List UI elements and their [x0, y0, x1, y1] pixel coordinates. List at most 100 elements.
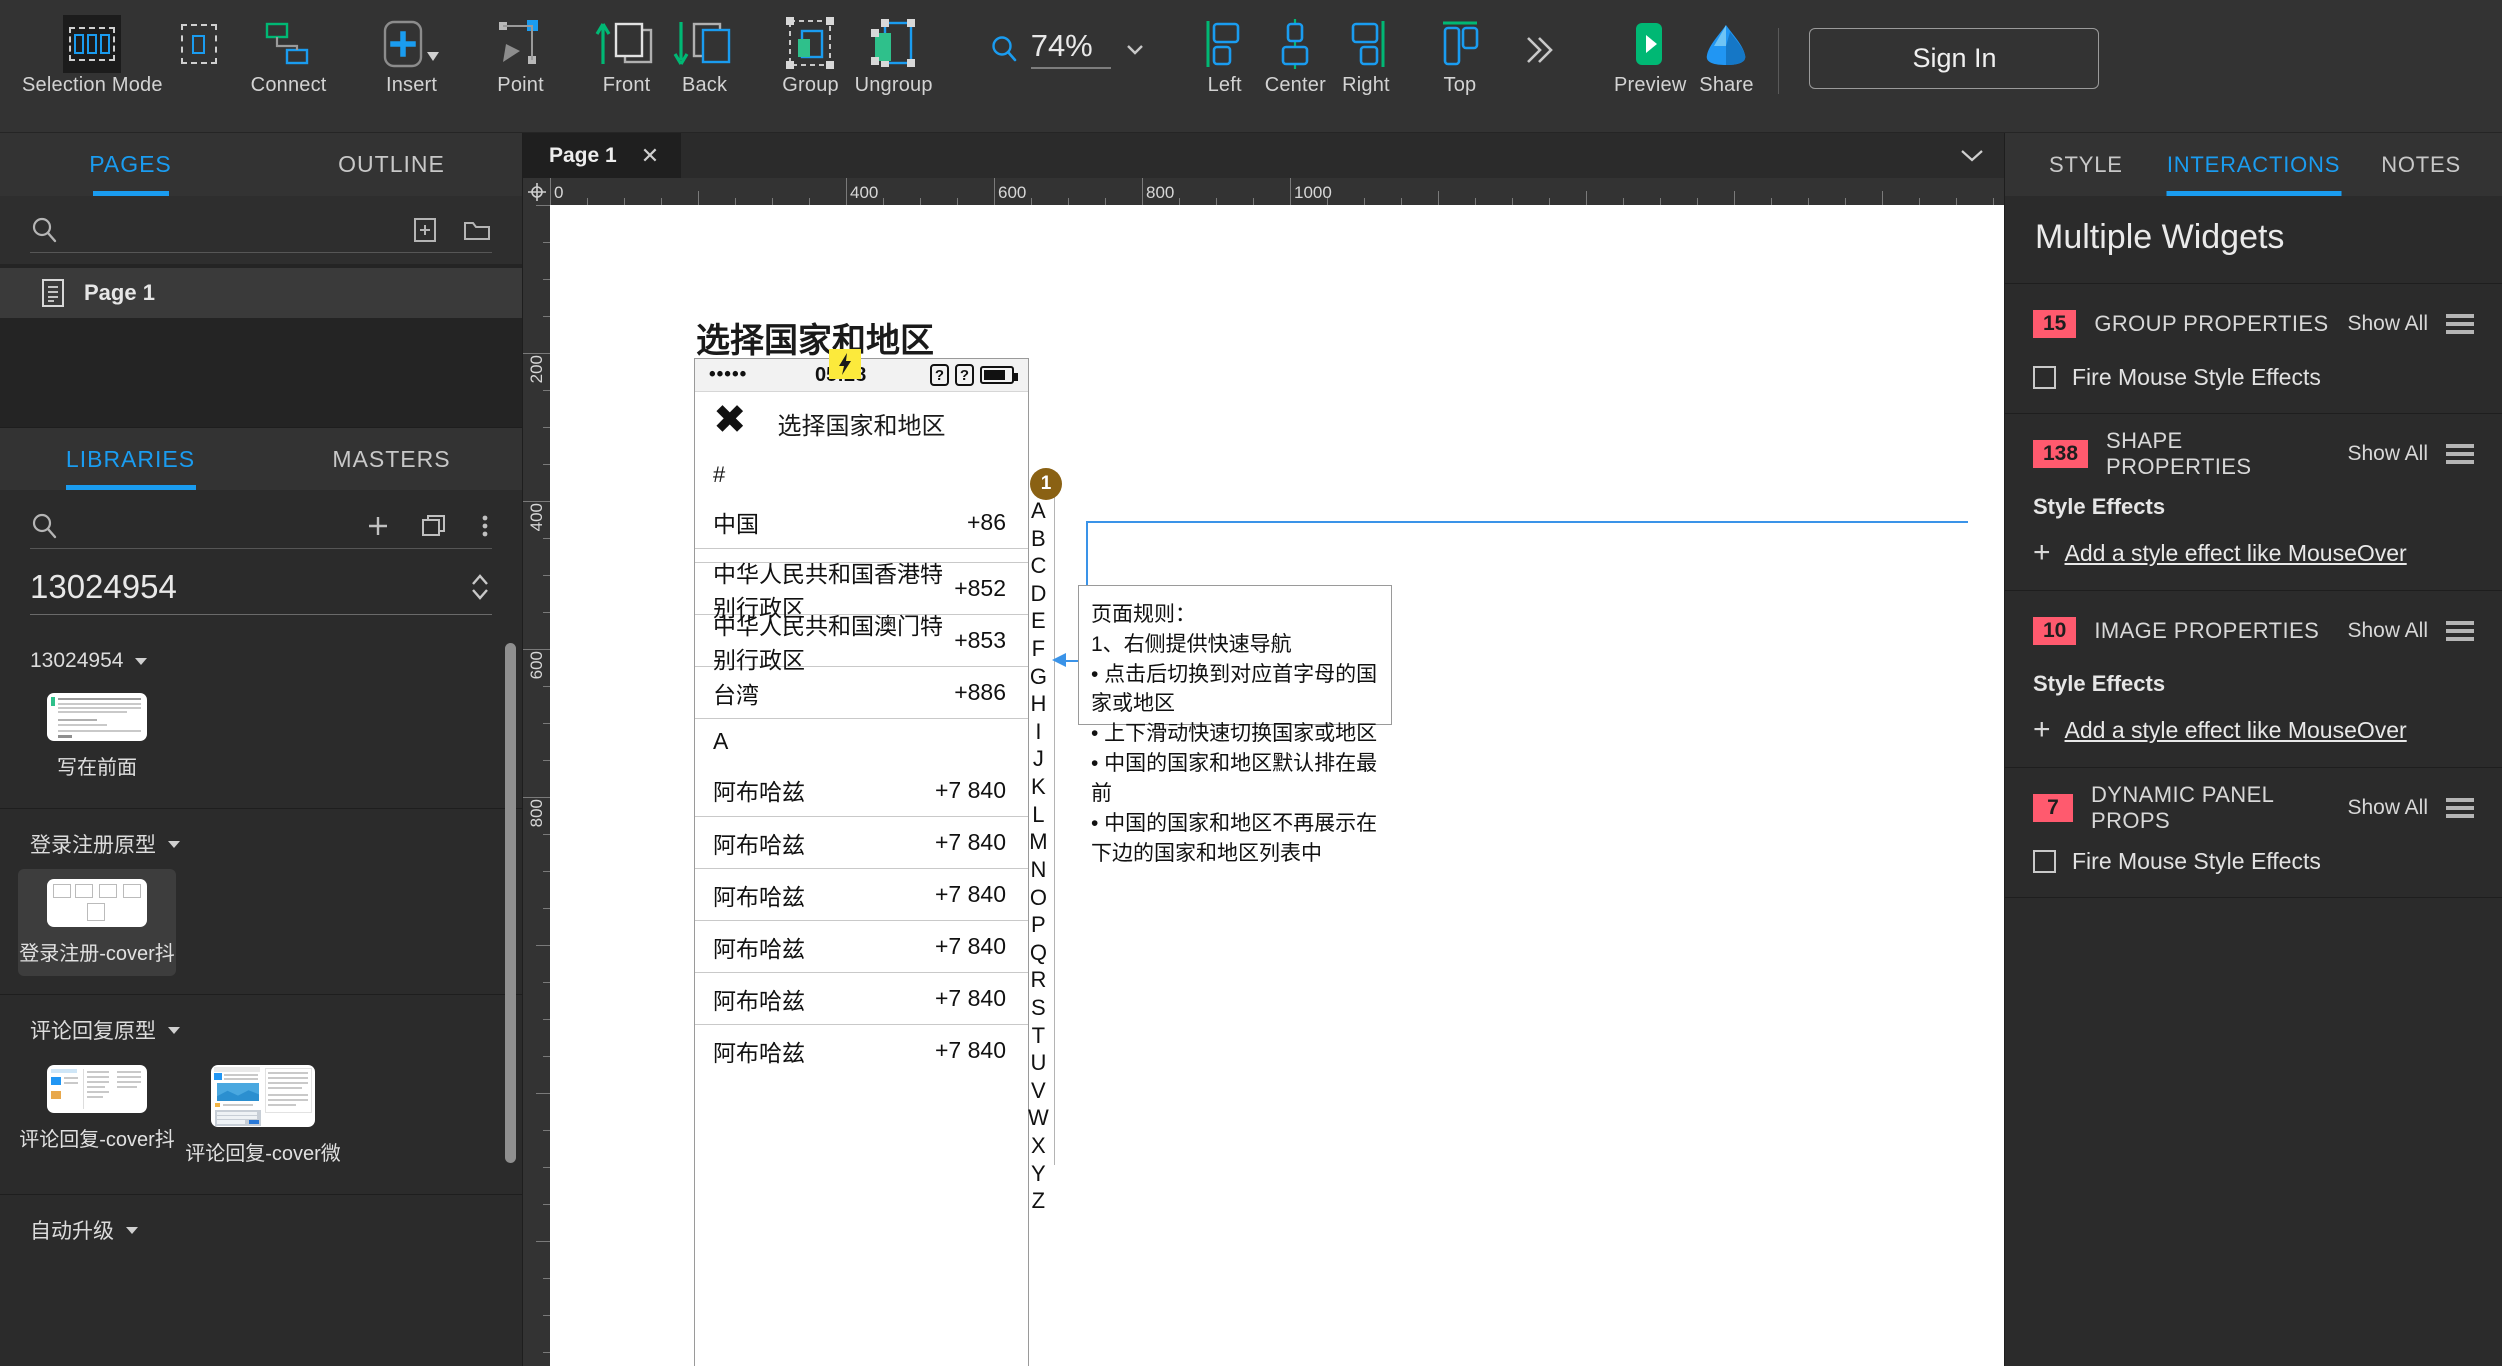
- fire-mouse-style-effects-checkbox-row[interactable]: Fire Mouse Style Effects: [2005, 346, 2502, 391]
- toolbar-align-center[interactable]: Center: [1265, 0, 1326, 97]
- alpha-letter[interactable]: T: [1032, 1022, 1045, 1050]
- country-row[interactable]: 阿布哈兹 +7 840: [695, 920, 1028, 972]
- show-all-link[interactable]: Show All: [2347, 312, 2428, 336]
- add-page-icon[interactable]: [412, 217, 438, 243]
- tab-notes[interactable]: NOTES: [2340, 133, 2502, 196]
- toolbar-align-right[interactable]: Right: [1336, 0, 1396, 97]
- alpha-letter[interactable]: P: [1031, 911, 1046, 939]
- sign-in-button[interactable]: Sign In: [1809, 28, 2100, 89]
- alpha-letter[interactable]: G: [1030, 663, 1047, 691]
- alpha-letter[interactable]: N: [1030, 856, 1046, 884]
- library-selector[interactable]: 13024954: [0, 562, 522, 629]
- menu-icon[interactable]: [2446, 798, 2474, 818]
- country-row[interactable]: 阿布哈兹 +7 840: [695, 764, 1028, 816]
- menu-icon[interactable]: [2446, 444, 2474, 464]
- alpha-letter[interactable]: R: [1030, 966, 1046, 994]
- country-row[interactable]: 阿布哈兹 +7 840: [695, 868, 1028, 920]
- search-icon[interactable]: [30, 512, 58, 540]
- canvas-tab-page1[interactable]: Page 1 ✕: [523, 133, 682, 178]
- toolbar-back[interactable]: Back: [673, 0, 737, 97]
- alpha-letter[interactable]: V: [1031, 1077, 1046, 1105]
- country-row[interactable]: 阿布哈兹 +7 840: [695, 816, 1028, 868]
- toolbar-share[interactable]: Share: [1696, 0, 1756, 97]
- zoom-value[interactable]: 74%: [1030, 28, 1111, 69]
- page-list-item[interactable]: Page 1: [0, 268, 522, 318]
- fire-mouse-style-effects-checkbox-row[interactable]: Fire Mouse Style Effects: [2005, 830, 2502, 875]
- alpha-letter[interactable]: I: [1035, 718, 1041, 746]
- alpha-letter[interactable]: H: [1030, 690, 1046, 718]
- phone-mockup[interactable]: ••••• 05:28 ? ? ✖ 选择国家和地区: [694, 358, 1029, 1366]
- library-item[interactable]: 评论回复-cover微: [184, 1055, 342, 1176]
- tab-masters[interactable]: MASTERS: [261, 428, 522, 490]
- ruler-origin-icon[interactable]: [523, 178, 550, 205]
- chevron-down-icon[interactable]: [1123, 37, 1147, 61]
- library-scrollbar[interactable]: [505, 643, 516, 1163]
- toolbar-align-top[interactable]: Top: [1430, 0, 1490, 97]
- alpha-letter[interactable]: O: [1030, 884, 1047, 912]
- zoom-control[interactable]: 74%: [989, 0, 1147, 96]
- toolbar-point[interactable]: Point: [491, 0, 551, 97]
- toolbar-front[interactable]: Front: [595, 0, 659, 97]
- more-icon[interactable]: [478, 512, 492, 540]
- library-group-header[interactable]: 评论回复原型: [0, 1009, 522, 1055]
- library-group-header[interactable]: 登录注册原型: [0, 823, 522, 869]
- country-row[interactable]: 中华人民共和国澳门特别行政区 +853: [695, 613, 1028, 673]
- add-folder-icon[interactable]: [462, 217, 492, 243]
- add-style-effect-link[interactable]: + Add a style effect like MouseOver: [2005, 520, 2502, 568]
- alpha-letter[interactable]: L: [1032, 801, 1044, 829]
- alpha-letter[interactable]: W: [1028, 1104, 1049, 1132]
- country-row[interactable]: 阿布哈兹 +7 840: [695, 1024, 1028, 1076]
- design-canvas[interactable]: 选择国家和地区 验证 ••••• 05:28 ? ?: [550, 205, 2004, 1366]
- alpha-index-column[interactable]: A B C D E F G H I J K L M N O P Q R S T …: [1028, 497, 1049, 1215]
- close-icon[interactable]: ✕: [641, 143, 659, 169]
- library-item[interactable]: 评论回复-cover抖: [18, 1055, 176, 1176]
- close-icon[interactable]: ✖: [713, 400, 747, 440]
- pages-search-input[interactable]: [72, 218, 398, 241]
- toolbar-ungroup[interactable]: Ungroup: [855, 0, 933, 97]
- alpha-letter[interactable]: X: [1031, 1132, 1046, 1160]
- alpha-letter[interactable]: M: [1029, 828, 1047, 856]
- alpha-letter[interactable]: Q: [1030, 939, 1047, 967]
- tab-outline[interactable]: OUTLINE: [261, 133, 522, 196]
- toolbar-overflow[interactable]: [1508, 0, 1568, 97]
- toolbar-selection-single[interactable]: [169, 0, 229, 97]
- alpha-letter[interactable]: E: [1031, 607, 1046, 635]
- menu-icon[interactable]: [2446, 621, 2474, 641]
- show-all-link[interactable]: Show All: [2347, 796, 2428, 820]
- page-rules-note[interactable]: 页面规则： 1、右侧提供快速导航 • 点击后切换到对应首字母的国家或地区 • 上…: [1078, 585, 1392, 865]
- tab-libraries[interactable]: LIBRARIES: [0, 428, 261, 490]
- library-search-input[interactable]: [72, 514, 350, 537]
- show-all-link[interactable]: Show All: [2347, 442, 2428, 466]
- add-icon[interactable]: [364, 512, 392, 540]
- toolbar-selection-mode[interactable]: Selection Mode: [22, 0, 163, 97]
- toolbar-connect[interactable]: Connect: [251, 0, 327, 97]
- toolbar-align-left[interactable]: Left: [1195, 0, 1255, 97]
- note-badge[interactable]: 1: [1030, 468, 1062, 500]
- tab-pages[interactable]: PAGES: [0, 133, 261, 196]
- alpha-letter[interactable]: D: [1030, 580, 1046, 608]
- toolbar-insert[interactable]: Insert: [377, 0, 447, 97]
- library-group-header[interactable]: 自动升级: [0, 1209, 522, 1255]
- alpha-letter[interactable]: U: [1030, 1049, 1046, 1077]
- alpha-letter[interactable]: K: [1031, 773, 1046, 801]
- alpha-letter[interactable]: A: [1031, 497, 1046, 525]
- country-row[interactable]: 阿布哈兹 +7 840: [695, 972, 1028, 1024]
- alpha-letter[interactable]: J: [1033, 745, 1044, 773]
- chevron-down-icon[interactable]: [1958, 145, 1986, 165]
- country-row[interactable]: 中国 +86: [695, 496, 1028, 548]
- show-all-link[interactable]: Show All: [2347, 619, 2428, 643]
- alpha-letter[interactable]: B: [1031, 525, 1046, 553]
- library-group-header[interactable]: 13024954: [0, 643, 522, 683]
- toolbar-preview[interactable]: Preview: [1614, 0, 1687, 97]
- alpha-letter[interactable]: Y: [1031, 1160, 1046, 1188]
- alpha-letter[interactable]: Z: [1032, 1187, 1045, 1215]
- checkbox[interactable]: [2033, 366, 2056, 389]
- menu-icon[interactable]: [2446, 314, 2474, 334]
- library-item[interactable]: 登录注册-cover抖: [18, 869, 176, 976]
- interaction-marker-icon[interactable]: [829, 349, 861, 379]
- alpha-letter[interactable]: C: [1030, 552, 1046, 580]
- toolbar-group[interactable]: Group: [781, 0, 841, 97]
- checkbox[interactable]: [2033, 850, 2056, 873]
- library-item[interactable]: 写在前面: [18, 683, 176, 790]
- tab-style[interactable]: STYLE: [2005, 133, 2167, 196]
